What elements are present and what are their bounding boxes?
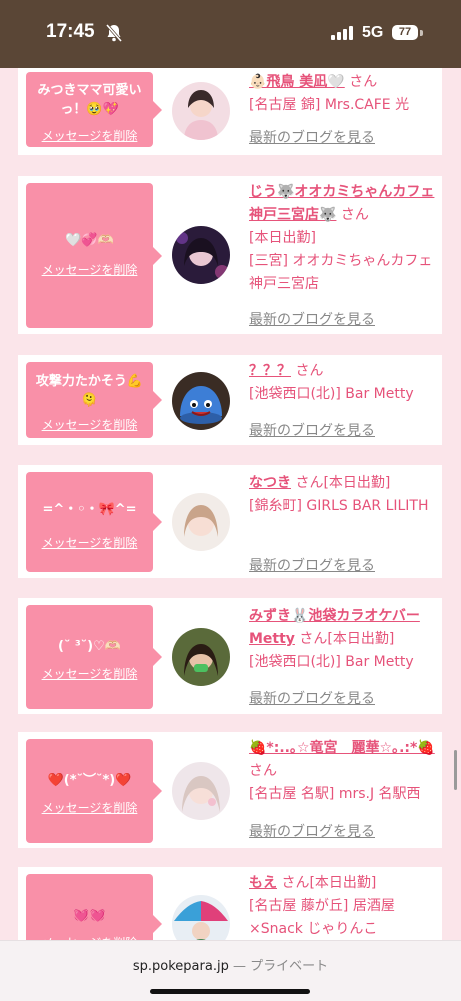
shop-status: [本日出勤] [249,230,316,246]
home-indicator[interactable] [150,989,310,994]
cast-info: 👶🏻飛鳥 美凪🤍 さん [名古屋 錦] Mrs.CAFE 光 最新のブログを見る [249,71,437,146]
message-text: みつきママ可愛い っ！🥹💖 [37,83,142,117]
shop-line: [名古屋 錦] Mrs.CAFE 光 [249,97,410,113]
honorific: さん [249,763,277,779]
shop-line: [池袋西口(北)] Bar Metty [249,386,414,402]
message-text: (˘ ³˘)♡🫶🏻 [58,639,121,654]
shop-status: [本日出勤] [327,631,395,647]
message-text: =^・◦・🎀^= [42,502,137,517]
delete-message-link[interactable]: メッセージを削除 [26,665,153,682]
message-list[interactable]: みつきママ可愛い っ！🥹💖 メッセージを削除 👶🏻飛鳥 美凪🤍 さん [名古屋 … [0,68,461,1000]
avatar[interactable] [172,628,230,686]
cast-info: みずき🐰池袋カラオケバーMetty さん[本日出勤] [池袋西口(北)] Bar… [249,605,437,707]
latest-blog-link[interactable]: 最新のブログを見る [249,309,375,332]
honorific: さん [281,875,310,891]
latest-blog-link[interactable]: 最新のブログを見る [249,688,375,711]
honorific: さん [295,363,324,379]
message-bubble: (˘ ³˘)♡🫶🏻 メッセージを削除 [26,605,162,709]
shop-status: [本日出勤] [309,875,377,891]
shop-line: [池袋西口(北)] Bar Metty [249,654,414,670]
url-text: sp.pokepara.jp [132,959,229,974]
cast-name-link[interactable]: なつき [249,475,291,491]
avatar[interactable] [172,493,230,551]
list-item: みつきママ可愛い っ！🥹💖 メッセージを削除 👶🏻飛鳥 美凪🤍 さん [名古屋 … [18,68,442,155]
private-label: プライベート [250,959,329,974]
honorific: さん [340,207,369,223]
shop-status: [本日出勤] [323,475,391,491]
list-item: 🤍💞🫶🏻 メッセージを削除 じう🐺オオカミちゃんカフェ神戸三宮店🐺 さん [本日… [18,176,442,334]
delete-message-link[interactable]: メッセージを削除 [26,534,153,551]
battery-icon: 77 [392,25,418,40]
avatar[interactable] [172,226,230,284]
shop-line: [錦糸町] GIRLS BAR LILITH [249,498,429,514]
shop-line: [名古屋 藤が丘] 居酒屋 ×Snack じゃりんこ [249,898,395,937]
message-bubble: ❤️(*˘︶˘*)❤️ メッセージを削除 [26,739,162,843]
honorific: さん [299,631,328,647]
url-separator: — [228,959,251,974]
delete-message-link[interactable]: メッセージを削除 [26,416,153,433]
cast-name-link[interactable]: ？？？ [249,363,291,379]
message-text: 💓💓 [73,908,106,923]
scrollbar[interactable] [454,750,457,790]
honorific: さん [295,475,324,491]
network-type: 5G [362,24,384,41]
list-item: ❤️(*˘︶˘*)❤️ メッセージを削除 🍓*:..｡☆竜宮 麗華☆｡.:*🍓 … [18,732,442,848]
message-text: 🤍💞🫶🏻 [65,233,114,248]
list-item: =^・◦・🎀^= メッセージを削除 なつき さん[本日出勤] [錦糸町] GIR… [18,465,442,578]
delete-message-link[interactable]: メッセージを削除 [26,127,153,144]
latest-blog-link[interactable]: 最新のブログを見る [249,127,375,150]
status-bar: 17:45 5G 77 [0,0,461,68]
message-text: 攻撃力たかそう💪 🫠 [35,374,144,408]
shop-line: [名古屋 名駅] mrs.J 名駅西 [249,786,421,802]
bell-muted-icon [105,24,123,42]
cast-info: ？？？ さん [池袋西口(北)] Bar Metty 最新のブログを見る [249,360,437,439]
message-bubble: 🤍💞🫶🏻 メッセージを削除 [26,183,162,328]
cast-name-link[interactable]: 👶🏻飛鳥 美凪🤍 [249,74,345,90]
cast-info: もえ さん[本日出勤] [名古屋 藤が丘] 居酒屋 ×Snack じゃりんこ [249,872,437,941]
cast-name-link[interactable]: 🍓*:..｡☆竜宮 麗華☆｡.:*🍓 [249,740,435,756]
message-text: ❤️(*˘︶˘*)❤️ [47,773,132,788]
avatar[interactable] [172,82,230,140]
cast-name-link[interactable]: もえ [249,875,277,891]
list-item: (˘ ³˘)♡🫶🏻 メッセージを削除 みずき🐰池袋カラオケバーMetty さん[… [18,598,442,714]
latest-blog-link[interactable]: 最新のブログを見る [249,420,375,443]
shop-line: [三宮] オオカミちゃんカフェ神戸三宮店 [249,253,433,292]
cast-info: じう🐺オオカミちゃんカフェ神戸三宮店🐺 さん [本日出勤] [三宮] オオカミち… [249,181,437,328]
message-bubble: みつきママ可愛い っ！🥹💖 メッセージを削除 [26,72,162,147]
avatar[interactable] [172,372,230,430]
avatar[interactable] [172,762,230,820]
latest-blog-link[interactable]: 最新のブログを見る [249,821,375,844]
delete-message-link[interactable]: メッセージを削除 [26,261,153,278]
delete-message-link[interactable]: メッセージを削除 [26,799,153,816]
address-display[interactable]: sp.pokepara.jp — プライベート [0,955,461,974]
cast-info: 🍓*:..｡☆竜宮 麗華☆｡.:*🍓 さん [名古屋 名駅] mrs.J 名駅西… [249,737,437,840]
message-bubble: 攻撃力たかそう💪 🫠 メッセージを削除 [26,362,162,438]
message-bubble: =^・◦・🎀^= メッセージを削除 [26,472,162,572]
latest-blog-link[interactable]: 最新のブログを見る [249,555,375,578]
battery-tip [420,30,423,36]
browser-url-bar[interactable]: sp.pokepara.jp — プライベート [0,940,461,1001]
honorific: さん [349,74,378,90]
list-item: 攻撃力たかそう💪 🫠 メッセージを削除 ？？？ さん [池袋西口(北)] Bar… [18,355,442,445]
cast-info: なつき さん[本日出勤] [錦糸町] GIRLS BAR LILITH 最新のブ… [249,472,437,574]
status-time: 17:45 [46,21,95,42]
